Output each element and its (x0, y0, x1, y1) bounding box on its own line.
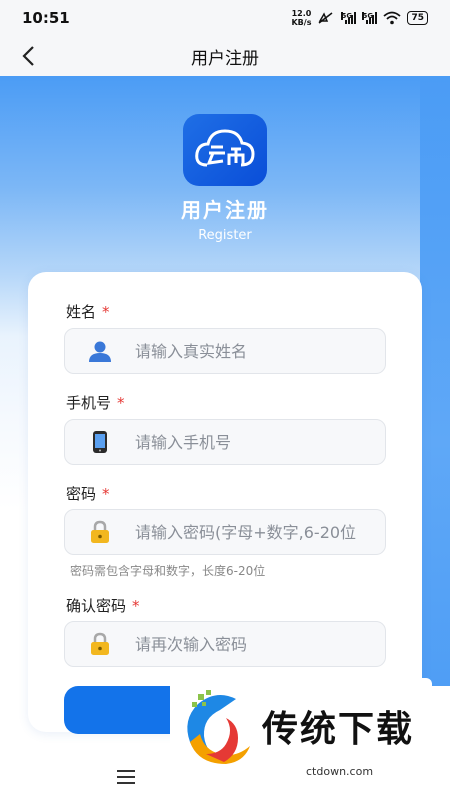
signal-1-label: 5G (341, 12, 353, 20)
password-label: 密码 * (66, 483, 110, 504)
name-label-text: 姓名 (66, 303, 97, 321)
mobile-phone-icon (65, 430, 135, 454)
confirm-required-mark: * (132, 597, 140, 615)
status-bar: 10:51 12.0 KB/s 5G 5G 75 (0, 0, 450, 36)
phone-label-text: 手机号 (66, 394, 112, 412)
password-label-text: 密码 (66, 485, 97, 503)
phone-label: 手机号 * (66, 392, 125, 413)
confirm-password-input[interactable] (135, 634, 385, 654)
cloud-logo-icon (195, 129, 255, 167)
wifi-icon (383, 11, 402, 25)
signal-2-icon: 5G (362, 12, 378, 24)
hero-side-strip (420, 76, 450, 686)
menu-icon[interactable] (117, 770, 135, 784)
register-title: 用户注册 (181, 198, 269, 222)
confirm-label-text: 确认密码 (66, 597, 127, 615)
name-label: 姓名 * (66, 301, 110, 322)
password-hint: 密码需包含字母和数字，长度6-20位 (70, 564, 266, 578)
mute-icon (319, 12, 333, 24)
chevron-left-icon (22, 46, 34, 66)
status-time: 10:51 (22, 9, 70, 27)
lock-icon (65, 520, 135, 544)
status-icons: 12.0 KB/s 5G 5G 75 (291, 9, 428, 27)
speed-unit: KB/s (291, 18, 312, 27)
user-icon (65, 340, 135, 362)
back-button[interactable] (14, 42, 42, 70)
password-input[interactable] (135, 522, 385, 542)
register-subtitle: Register (198, 228, 252, 243)
confirm-password-label: 确认密码 * (66, 595, 140, 616)
battery-icon: 75 (407, 11, 428, 25)
nav-bar: 用户注册 (0, 36, 450, 76)
signal-2-label: 5G (362, 12, 374, 20)
page-title: 用户注册 (191, 48, 259, 69)
lock-icon (65, 632, 135, 656)
app-logo (183, 114, 267, 186)
signal-1-icon: 5G (341, 12, 357, 24)
network-speed: 12.0 KB/s (291, 9, 311, 27)
password-field[interactable] (64, 509, 386, 555)
phone-required-mark: * (117, 394, 125, 412)
speed-value: 12.0 (291, 9, 312, 18)
battery-level: 75 (411, 13, 424, 23)
name-required-mark: * (102, 303, 110, 321)
phone-field[interactable] (64, 419, 386, 465)
watermark-logo (187, 690, 250, 764)
watermark-url: ctdown.com (306, 765, 374, 778)
confirm-password-field[interactable] (64, 621, 386, 667)
name-input[interactable] (135, 341, 385, 361)
name-field[interactable] (64, 328, 386, 374)
watermark-text: 传统下载 (262, 709, 415, 750)
phone-input[interactable] (135, 432, 385, 452)
password-required-mark: * (102, 485, 110, 503)
